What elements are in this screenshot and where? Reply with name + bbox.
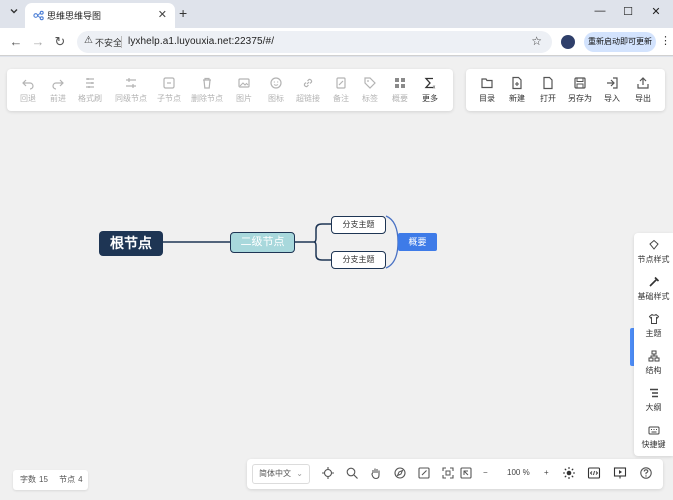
theme-icon: [648, 313, 659, 324]
word-count-label: 字数: [20, 475, 36, 484]
address-toolbar: ← → ↻ ⚠ 不安全 lyxhelp.a1.luyouxia.net:2237…: [0, 28, 673, 56]
branch-topic-node[interactable]: 分支主题: [331, 251, 386, 269]
locate-icon[interactable]: [321, 466, 335, 480]
sidebar-item-base-style[interactable]: 基础样式: [634, 274, 673, 308]
mindmap-connectors: [163, 215, 399, 269]
zoom-in-button[interactable]: +: [544, 468, 549, 477]
sidebar-item-label: 主题: [645, 329, 662, 338]
summary-node[interactable]: 概要: [398, 233, 437, 251]
url-text[interactable]: lyxhelp.a1.luyouxia.net:22375/#/: [128, 36, 274, 47]
sidebar-item-label: 节点样式: [637, 255, 670, 264]
tab-title: 思维思维导图: [47, 11, 102, 21]
level2-node[interactable]: 二级节点: [230, 232, 295, 253]
sidebar-item-label: 快捷键: [641, 440, 666, 449]
forward-button[interactable]: →: [30, 34, 46, 50]
compass-icon[interactable]: [393, 466, 407, 480]
right-sidebar: 节点样式 基础样式 主题 结构 大纲 快捷键: [634, 233, 673, 456]
zoom-out-button[interactable]: −: [483, 468, 488, 477]
security-label[interactable]: 不安全: [95, 36, 122, 49]
maximize-button[interactable]: ☐: [618, 5, 638, 18]
update-button[interactable]: 重新启动即可更新: [584, 32, 656, 52]
drag-hand-icon[interactable]: [369, 466, 383, 480]
word-node-count: 字数 15 节点 4: [13, 470, 88, 490]
new-tab-button[interactable]: +: [179, 5, 187, 21]
warning-icon[interactable]: ⚠: [84, 35, 93, 46]
fullscreen-icon[interactable]: [459, 466, 473, 480]
presentation-icon[interactable]: [613, 466, 627, 480]
base-style-icon: [648, 276, 659, 287]
back-button[interactable]: ←: [8, 34, 24, 50]
language-select[interactable]: 简体中文 ⌄: [252, 464, 310, 484]
sidebar-item-label: 结构: [645, 366, 662, 375]
profile-avatar[interactable]: [561, 35, 575, 49]
mindmap-favicon-icon: [33, 10, 44, 21]
structure-icon: [648, 350, 659, 362]
sidebar-item-label: 大纲: [645, 403, 662, 412]
node-count-value: 4: [78, 475, 83, 484]
node-count-label: 节点: [59, 475, 76, 484]
node-style-icon: [648, 239, 659, 250]
root-node[interactable]: 根节点: [99, 231, 163, 256]
fit-screen-icon[interactable]: [441, 466, 455, 480]
zoom-level: 100 %: [507, 468, 530, 477]
outline-icon: [649, 388, 658, 398]
tab-strip: 思维思维导图 ✕ + — ☐ ✕: [0, 0, 673, 28]
browser-menu-icon[interactable]: ⋮: [660, 34, 671, 47]
sidebar-item-label: 基础样式: [637, 292, 670, 301]
close-tab-icon[interactable]: ✕: [158, 8, 167, 21]
chevron-down-icon: ⌄: [296, 469, 303, 478]
bottom-toolbar: 简体中文 ⌄ − 100 % +: [247, 459, 663, 489]
language-value: 简体中文: [259, 469, 291, 478]
help-icon[interactable]: [639, 466, 653, 480]
zoom-unit: %: [522, 468, 530, 477]
omnibox-divider: [121, 36, 122, 48]
keyboard-icon: [648, 426, 659, 435]
reload-button[interactable]: ↻: [52, 34, 68, 50]
sidebar-item-shortcuts[interactable]: 快捷键: [634, 422, 673, 456]
code-icon[interactable]: [587, 466, 601, 480]
active-tab[interactable]: 思维思维导图 ✕: [25, 3, 175, 28]
bookmark-star-icon[interactable]: ☆: [531, 34, 542, 48]
tab-search-button[interactable]: [6, 6, 22, 22]
sidebar-item-outline[interactable]: 大纲: [634, 385, 673, 419]
search-icon[interactable]: [345, 466, 359, 480]
branch-topic-node[interactable]: 分支主题: [331, 216, 386, 234]
sidebar-item-node-style[interactable]: 节点样式: [634, 237, 673, 271]
word-count-value: 15: [39, 475, 48, 484]
sidebar-item-structure[interactable]: 结构: [634, 348, 673, 382]
omnibox[interactable]: ⚠ 不安全 lyxhelp.a1.luyouxia.net:22375/#/ ☆: [77, 31, 552, 53]
chevron-down-icon: [10, 9, 18, 14]
minimize-button[interactable]: —: [590, 5, 610, 17]
edit-icon[interactable]: [417, 466, 431, 480]
sun-icon[interactable]: [562, 466, 576, 480]
sidebar-item-theme[interactable]: 主题: [634, 311, 673, 345]
close-window-button[interactable]: ✕: [646, 5, 666, 18]
zoom-value: 100: [507, 468, 521, 477]
mindmap-canvas[interactable]: 回退 前进 格式刷 同级节点 子节点 删除节点 图片 图标 超链接 备注 标签 …: [0, 57, 673, 500]
